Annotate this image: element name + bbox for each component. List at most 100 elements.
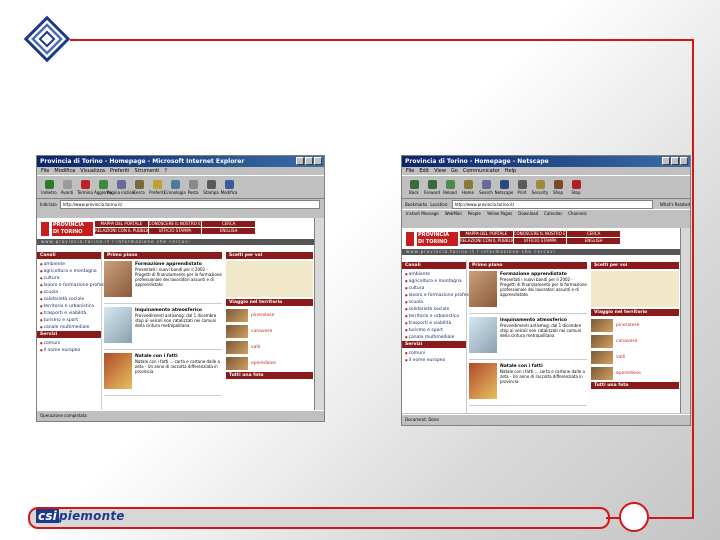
territory-item[interactable]: eporediese [226,356,313,370]
site-name[interactable]: PROVINCIA DI TORINO [52,222,93,236]
menu-edit[interactable]: Edit [419,167,429,175]
territory-item[interactable]: pinerolese [226,308,313,322]
nav-item[interactable]: CONOSCERE IL NOSTRO ENTE [513,231,567,237]
territory-item[interactable]: pinerolese [591,318,679,332]
netscape-button[interactable]: Netscape [495,179,513,195]
back-button[interactable]: Back [406,179,422,195]
edit-button[interactable]: Modifica [221,179,237,195]
menu-view[interactable]: View [434,167,446,175]
forward-button[interactable]: Forward [424,179,440,195]
close-button[interactable] [314,157,322,165]
bookmarks-button[interactable]: Bookmarks [405,202,427,207]
service-link[interactable]: comuni [402,350,466,357]
menu-communicator[interactable]: Communicator [463,167,500,175]
channel-link[interactable]: lavoro e formazione professionale [37,282,120,289]
channel-link[interactable]: canale multimediale [37,324,101,331]
channel-link[interactable]: lavoro e formazione professionale [402,292,485,299]
channel-link[interactable]: scuola [37,289,101,296]
channel-link[interactable]: ambiente [402,271,466,278]
channel-link[interactable]: canale multimediale [402,334,466,341]
news-item[interactable]: Formazione apprendistato Presentati i nuo… [469,271,587,314]
territory-item[interactable]: valli [591,350,679,364]
home-button[interactable]: Home [460,179,476,195]
channel-link[interactable]: solidarietà sociale [37,296,101,303]
territory-item[interactable]: eporediese [591,366,679,380]
maximize-button[interactable] [305,157,313,165]
channel-link[interactable]: scuola [402,299,466,306]
menu-favorites[interactable]: Preferiti [110,167,130,175]
channel-link[interactable]: ambiente [37,261,101,268]
history-button[interactable]: Cronologia [164,179,186,195]
reload-button[interactable]: Reload [442,179,458,195]
personal-link[interactable]: WebMail [445,210,462,218]
channel-link[interactable]: territorio e urbanistica [37,303,101,310]
featured-banner[interactable] [591,271,679,307]
nav-item[interactable]: ENGLISH [567,238,620,244]
forward-button[interactable]: Avanti [59,179,75,195]
menu-go[interactable]: Go [451,167,458,175]
back-button[interactable]: Indietro [41,179,57,195]
territory-item[interactable]: valli [226,340,313,354]
address-input[interactable]: http://www.provincia.torino.it/ [59,199,320,209]
channel-link[interactable]: territorio e urbanistica [402,313,466,320]
news-item[interactable]: Inquinamento atmosferico Provvedimenti an… [469,317,587,360]
nav-item[interactable]: UFFICIO STAMPA [513,238,567,244]
news-item[interactable]: Natale con i fatti Natale con i fatti ...… [469,363,587,406]
favorites-button[interactable]: Preferiti [149,179,165,195]
home-button[interactable]: Pagina iniziale [107,179,135,195]
personal-link[interactable]: Yellow Pages [487,210,512,218]
service-link[interactable]: comuni [37,340,101,347]
nav-item[interactable]: CERCA [202,221,255,227]
minimize-button[interactable] [296,157,304,165]
stop-button[interactable]: Termina [77,179,93,195]
news-item[interactable]: Inquinamento atmosferico Provvedimenti an… [104,307,222,350]
channel-link[interactable]: cultura [402,285,466,292]
stop-button[interactable]: Stop [568,179,584,195]
channel-link[interactable]: trasporti e viabilità [402,320,466,327]
personal-link[interactable]: Channels [568,210,587,218]
nav-item[interactable]: UFFICIO STAMPA [148,228,202,234]
channel-link[interactable]: turismo e sport [402,327,466,334]
security-button[interactable]: Security [532,179,548,195]
close-button[interactable] [680,157,688,165]
minimize-button[interactable] [662,157,670,165]
whats-related-button[interactable]: What's Related [660,202,690,207]
menu-view[interactable]: Visualizza [80,167,105,175]
nav-item[interactable]: RELAZIONI CON IL PUBBLICO [95,228,148,234]
service-link[interactable]: il nome europeo [37,347,101,354]
personal-link[interactable]: Calendar [544,210,562,218]
nav-item[interactable]: ENGLISH [202,228,255,234]
territory-item[interactable]: canavese [591,334,679,348]
personal-link[interactable]: Instant Message [406,210,439,218]
search-button[interactable]: Search [478,179,494,195]
nav-item[interactable]: CONOSCERE IL NOSTRO ENTE [148,221,202,227]
menu-file[interactable]: File [41,167,49,175]
location-input[interactable]: http://www.provincia.torino.it/ [451,199,653,209]
ie-title-bar[interactable]: Provincia di Torino - Homepage - Microso… [37,156,324,167]
nav-item[interactable]: MAPPA DEL PORTALE [460,231,513,237]
ns-title-bar[interactable]: Provincia di Torino - Homepage - Netscap… [402,156,690,167]
print-button[interactable]: Stampa [203,179,219,195]
nav-item[interactable]: CERCA [567,231,620,237]
channel-link[interactable]: solidarietà sociale [402,306,466,313]
featured-banner[interactable] [226,261,313,297]
menu-help[interactable]: Help [505,167,516,175]
territory-item[interactable]: canavese [226,324,313,338]
personal-link[interactable]: People [468,210,481,218]
news-item[interactable]: Formazione apprendistato Presentati i nuo… [104,261,222,304]
site-name[interactable]: PROVINCIA DI TORINO [417,232,458,246]
ns-scrollbar[interactable] [680,228,690,413]
channel-link[interactable]: turismo e sport [37,317,101,324]
menu-help[interactable]: ? [164,167,167,175]
channel-link[interactable]: agricoltura e montagna [37,268,101,275]
shop-button[interactable]: Shop [550,179,566,195]
news-item[interactable]: Natale con i fatti Natale con i fatti ...… [104,353,222,396]
channel-link[interactable]: agricoltura e montagna [402,278,466,285]
personal-link[interactable]: Download [518,210,538,218]
nav-item[interactable]: MAPPA DEL PORTALE [95,221,148,227]
ie-scrollbar[interactable] [314,218,324,411]
mail-button[interactable]: Posta [185,179,201,195]
nav-item[interactable]: RELAZIONI CON IL PUBBLICO [460,238,513,244]
menu-file[interactable]: File [406,167,414,175]
channel-link[interactable]: cultura [37,275,101,282]
